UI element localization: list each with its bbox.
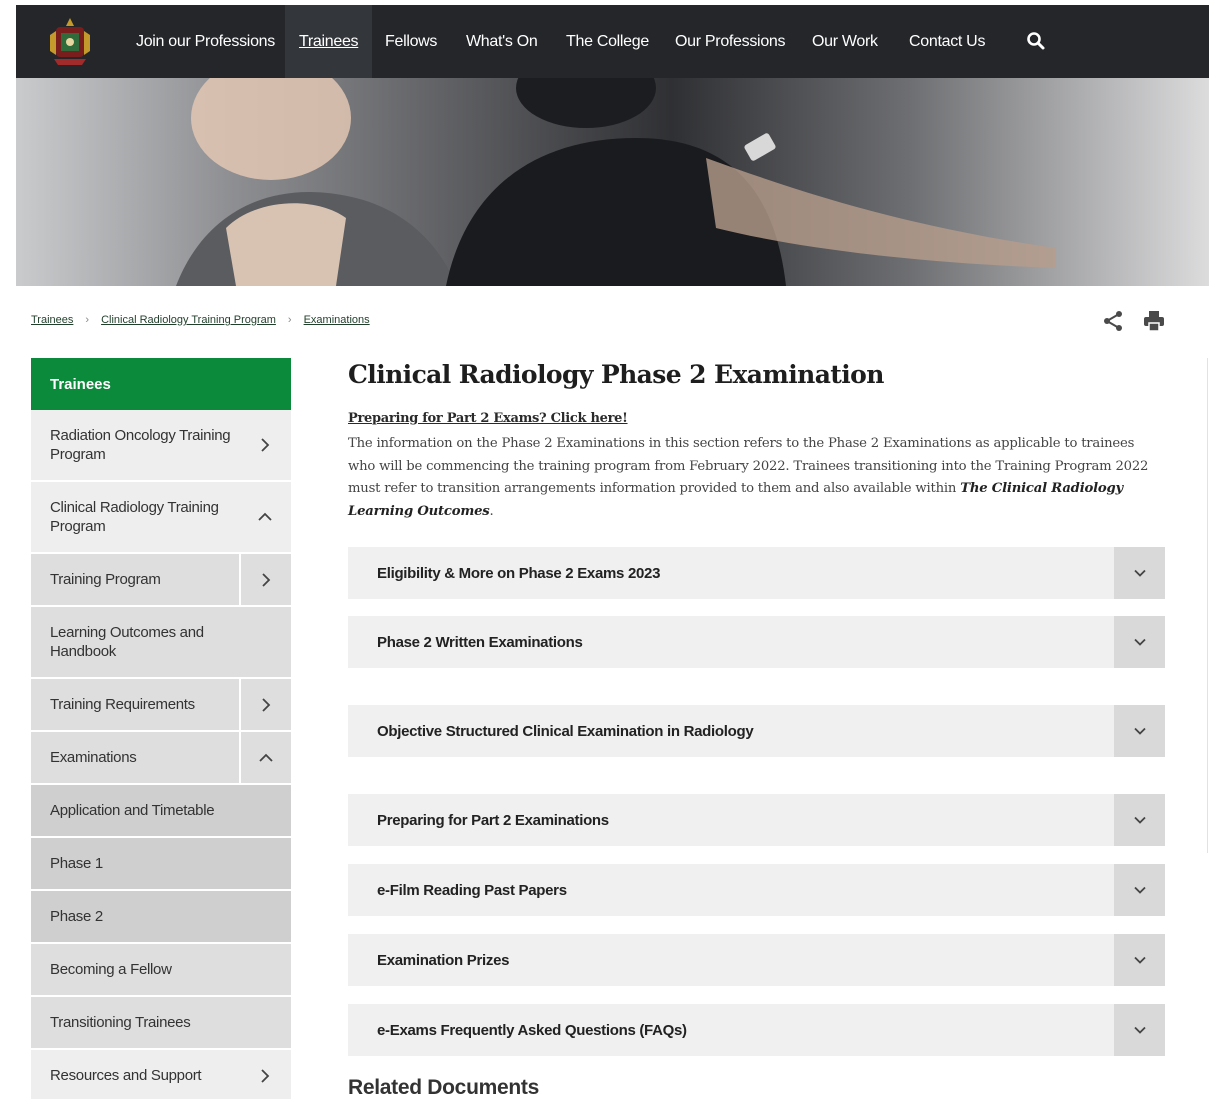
sidebar-item-resources-support[interactable]: Resources and Support — [31, 1050, 291, 1099]
chevron-down-icon[interactable] — [1114, 864, 1165, 916]
sidebar-item-phase-1[interactable]: Phase 1 — [31, 838, 291, 891]
accordion-written-examinations[interactable]: Phase 2 Written Examinations — [348, 616, 1165, 668]
related-documents-heading: Related Documents — [348, 1076, 539, 1099]
sidebar-navigation: Trainees Radiation Oncology Training Pro… — [31, 358, 291, 1099]
breadcrumb-examinations[interactable]: Examinations — [304, 314, 370, 326]
sidebar-item-label: Phase 2 — [50, 908, 103, 925]
nav-fellows[interactable]: Fellows — [371, 5, 451, 78]
share-icon[interactable] — [1102, 310, 1124, 332]
chevron-right-icon[interactable] — [239, 679, 291, 730]
accordion-list: Eligibility & More on Phase 2 Exams 2023… — [348, 358, 1165, 1099]
chevron-up-icon[interactable] — [239, 732, 291, 783]
sidebar-item-becoming-a-fellow[interactable]: Becoming a Fellow — [31, 944, 291, 997]
chevron-down-icon[interactable] — [1114, 934, 1165, 986]
sidebar-item-label: Phase 1 — [50, 855, 103, 872]
sidebar-item-label: Clinical Radiology Training Program — [50, 499, 219, 535]
sidebar-item-examinations[interactable]: Examinations — [31, 732, 291, 785]
nav-contact-us[interactable]: Contact Us — [895, 5, 999, 78]
hero-photo-illustration — [176, 78, 1056, 286]
sidebar-item-label: Transitioning Trainees — [50, 1014, 191, 1031]
breadcrumb-clinical-radiology[interactable]: Clinical Radiology Training Program — [101, 314, 276, 326]
breadcrumb: Trainees › Clinical Radiology Training P… — [31, 314, 370, 326]
sidebar-item-transitioning-trainees[interactable]: Transitioning Trainees — [31, 997, 291, 1050]
sidebar-item-clinical-radiology[interactable]: Clinical Radiology Training Program — [31, 482, 291, 554]
search-icon[interactable] — [1026, 31, 1046, 51]
accordion-examination-prizes[interactable]: Examination Prizes — [348, 934, 1165, 986]
accordion-eligibility[interactable]: Eligibility & More on Phase 2 Exams 2023 — [348, 547, 1165, 599]
chevron-up-icon[interactable] — [239, 482, 291, 552]
sidebar-item-label: Resources and Support — [50, 1067, 202, 1084]
breadcrumb-separator-icon: › — [85, 314, 90, 326]
content-divider — [1207, 358, 1208, 853]
chevron-down-icon[interactable] — [1114, 547, 1165, 599]
sidebar-heading[interactable]: Trainees — [31, 358, 291, 410]
chevron-right-icon[interactable] — [239, 1050, 291, 1099]
sidebar-item-label: Application and Timetable — [50, 802, 215, 819]
chevron-right-icon[interactable] — [239, 410, 291, 480]
accordion-title: e-Film Reading Past Papers — [377, 881, 567, 899]
accordion-title: Objective Structured Clinical Examinatio… — [377, 722, 754, 740]
accordion-title: Preparing for Part 2 Examinations — [377, 811, 609, 829]
breadcrumb-trainees[interactable]: Trainees — [31, 314, 73, 326]
chevron-down-icon[interactable] — [1114, 705, 1165, 757]
sidebar-item-label: Radiation Oncology Training Program — [50, 427, 231, 463]
nav-the-college[interactable]: The College — [552, 5, 663, 78]
accordion-title: Phase 2 Written Examinations — [377, 633, 583, 651]
nav-trainees[interactable]: Trainees — [285, 5, 373, 78]
chevron-right-icon[interactable] — [239, 554, 291, 605]
chevron-down-icon[interactable] — [1114, 794, 1165, 846]
hero-image — [16, 78, 1209, 286]
accordion-title: e-Exams Frequently Asked Questions (FAQs… — [377, 1021, 687, 1039]
sidebar-item-training-program[interactable]: Training Program — [31, 554, 291, 607]
college-crest-logo[interactable] — [46, 15, 94, 67]
top-navigation: Join our Professions Trainees Fellows Wh… — [16, 5, 1209, 78]
accordion-title: Examination Prizes — [377, 951, 510, 969]
nav-our-work[interactable]: Our Work — [798, 5, 892, 78]
sidebar-item-application-timetable[interactable]: Application and Timetable — [31, 785, 291, 838]
sidebar-item-training-requirements[interactable]: Training Requirements — [31, 679, 291, 732]
nav-whats-on[interactable]: What's On — [452, 5, 552, 78]
sidebar-item-label: Training Requirements — [50, 696, 195, 713]
nav-join-our-professions[interactable]: Join our Professions — [122, 5, 289, 78]
chevron-down-icon[interactable] — [1114, 1004, 1165, 1056]
breadcrumb-separator-icon: › — [287, 314, 292, 326]
sidebar-item-learning-outcomes[interactable]: Learning Outcomes and Handbook — [31, 607, 291, 679]
chevron-down-icon[interactable] — [1114, 616, 1165, 668]
print-icon[interactable] — [1143, 310, 1165, 332]
accordion-eexams-faqs[interactable]: e-Exams Frequently Asked Questions (FAQs… — [348, 1004, 1165, 1056]
accordion-preparing-part-2[interactable]: Preparing for Part 2 Examinations — [348, 794, 1165, 846]
accordion-efilm-past-papers[interactable]: e-Film Reading Past Papers — [348, 864, 1165, 916]
sidebar-item-label: Becoming a Fellow — [50, 961, 172, 978]
accordion-osce-radiology[interactable]: Objective Structured Clinical Examinatio… — [348, 705, 1165, 757]
sidebar-item-phase-2[interactable]: Phase 2 — [31, 891, 291, 944]
sidebar-item-radiation-oncology[interactable]: Radiation Oncology Training Program — [31, 410, 291, 482]
sidebar-item-label: Examinations — [50, 749, 137, 766]
sidebar-item-label: Training Program — [50, 571, 161, 588]
nav-our-professions[interactable]: Our Professions — [661, 5, 799, 78]
accordion-title: Eligibility & More on Phase 2 Exams 2023 — [377, 564, 661, 582]
sidebar-item-label: Learning Outcomes and Handbook — [50, 624, 204, 660]
